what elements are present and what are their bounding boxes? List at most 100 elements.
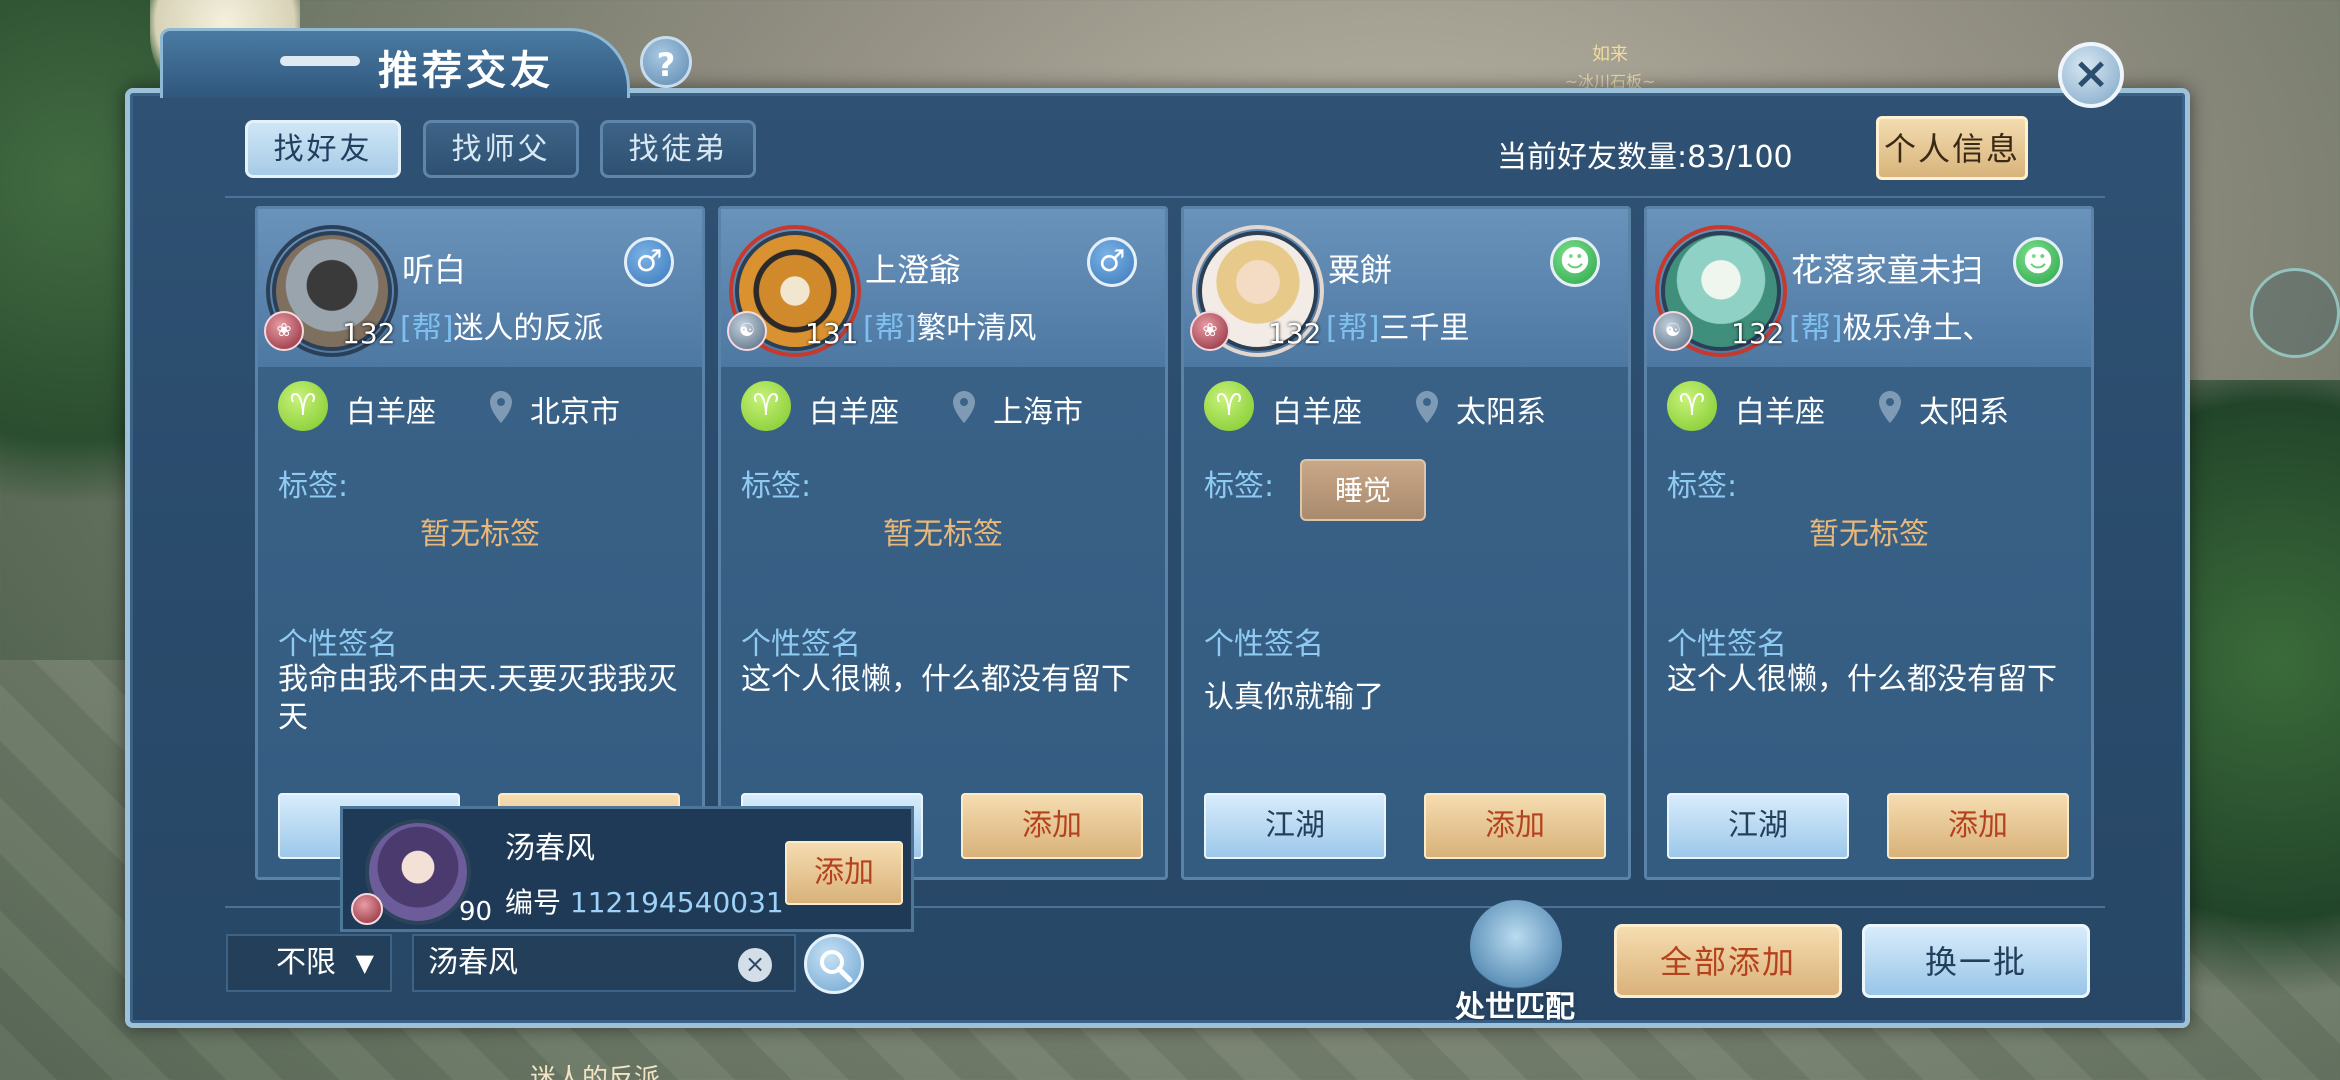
rank-badge-icon: ☯ [1653,311,1693,351]
location-pin-icon [953,391,975,423]
tab-find-friend[interactable]: 找好友 [245,120,401,178]
add-friend-button[interactable]: 添加 [961,793,1143,859]
guild-name: 三千里 [1379,311,1470,346]
add-friend-button[interactable]: 添加 [1424,793,1606,859]
guild-tag: [帮] [1326,311,1380,346]
friend-count: 当前好友数量:83/100 [1497,140,1793,175]
tags-empty: 暂无标签 [883,517,1003,552]
aries-icon: ♈ [1204,381,1254,431]
rank-badge-icon: ❀ [1190,311,1230,351]
location-pin-icon [1416,391,1438,423]
player-name: 粟餅 [1328,251,1393,289]
friend-card: ☯ 131 上澄爺 [帮]繁叶清风 ♂ ♈ 白羊座 上海市 标签: 暂无标签 个… [718,206,1168,880]
location: 北京市 [530,395,620,430]
player-name: 汤春风 [505,831,595,866]
chevron-down-icon: ▼ [355,949,374,977]
aries-icon: ♈ [741,381,791,431]
add-friend-button[interactable]: 添加 [785,841,903,905]
match-button[interactable]: 处世匹配 [1440,890,1590,1025]
player-name: 上澄爺 [865,251,962,289]
location: 太阳系 [1456,395,1546,430]
tags-label: 标签: [1204,469,1275,504]
add-all-button[interactable]: 全部添加 [1614,924,1842,998]
npc-name: 如来 [1592,44,1628,65]
player-level: 131 [805,317,859,350]
guild-tag: [帮] [863,311,917,346]
jianghu-button[interactable]: 江湖 [1204,793,1386,859]
player-guild: [帮]三千里 [1326,303,1469,347]
close-button[interactable]: × [2058,42,2124,108]
player-level: 132 [342,317,396,350]
player-level: 132 [1731,317,1785,350]
guild-name: 繁叶清风 [916,311,1037,346]
location-pin-icon [1879,391,1901,423]
filter-dropdown[interactable]: 不限 ▼ [226,934,392,992]
rank-badge-icon: ☯ [727,311,767,351]
guild-tag: [帮] [1789,311,1843,346]
male-icon: ♂ [1087,237,1137,287]
tags-label: 标签: [1667,469,1738,504]
panel-title: 推荐交友 [378,48,554,94]
guild-name: 极乐净土、 [1842,311,1993,346]
gourd-icon [1470,900,1562,992]
zodiac-sign: 白羊座 [809,395,899,430]
match-label: 处世匹配 [1455,990,1575,1025]
signature: 这个人很懒，什么都没有留下 [1667,662,2057,697]
aries-icon: ♈ [1667,381,1717,431]
player-guild: [帮]极乐净土、 [1789,303,1992,347]
scene-player-name: 迷人的反派 [530,1064,661,1080]
help-button[interactable]: ? [640,36,692,88]
tab-find-apprentice[interactable]: 找徒弟 [600,120,756,178]
divider [225,196,2105,198]
tab-find-master[interactable]: 找师父 [423,120,579,178]
male-icon: ♂ [624,237,674,287]
add-friend-button[interactable]: 添加 [1887,793,2069,859]
jianghu-button[interactable]: 江湖 [1667,793,1849,859]
signature-label: 个性签名 [278,627,398,662]
joystick-control[interactable] [2250,268,2340,358]
gender-secret-icon: ☻ [1550,237,1600,287]
signature-label: 个性签名 [741,627,861,662]
friend-card: ❀ 132 粟餅 [帮]三千里 ☻ ♈ 白羊座 太阳系 标签: 睡觉 个性签名 … [1181,206,1631,880]
profile-button[interactable]: 个人信息 [1876,116,2028,180]
tags-label: 标签: [278,469,349,504]
location: 太阳系 [1919,395,2009,430]
signature-label: 个性签名 [1204,627,1324,662]
filter-value: 不限 [276,945,336,980]
zodiac-sign: 白羊座 [1735,395,1825,430]
refresh-batch-button[interactable]: 换一批 [1862,924,2090,998]
player-name: 听白 [402,251,467,289]
rank-badge-icon [351,893,383,925]
rank-badge-icon: ❀ [264,311,304,351]
gender-secret-icon: ☻ [2013,237,2063,287]
signature: 认真你就输了 [1204,680,1384,715]
player-id-label: 编号 [505,886,562,919]
zodiac-sign: 白羊座 [1272,395,1362,430]
player-id-value: 112194540031 [569,886,784,919]
search-button[interactable] [804,934,864,994]
friend-card: ❀ 132 听白 [帮]迷人的反派 ♂ ♈ 白羊座 北京市 标签: 暂无标签 个… [255,206,705,880]
signature: 这个人很懒，什么都没有留下 [741,662,1131,697]
guild-name: 迷人的反派 [453,311,604,346]
signature-label: 个性签名 [1667,627,1787,662]
search-result-popup: 90 汤春风 编号 112194540031 添加 [340,806,914,932]
tag-chip: 睡觉 [1300,459,1426,521]
player-id: 编号 112194540031 [505,881,784,921]
aries-icon: ♈ [278,381,328,431]
search-icon [820,950,853,983]
friend-card: ☯ 132 花落家童未扫 [帮]极乐净土、 ☻ ♈ 白羊座 太阳系 标签: 暂无… [1644,206,2094,880]
guild-tag: [帮] [400,311,454,346]
background-tree-right [2180,380,2340,1080]
tags-empty: 暂无标签 [1809,517,1929,552]
signature: 我命由我不由天.天要灭我我灭天 [278,662,678,735]
title-decoration [280,56,360,66]
player-guild: [帮]迷人的反派 [400,303,603,347]
player-level: 132 [1268,317,1322,350]
player-guild: [帮]繁叶清风 [863,303,1036,347]
tags-empty: 暂无标签 [420,517,540,552]
search-input-value: 汤春风 [428,945,518,980]
location: 上海市 [993,395,1083,430]
zodiac-sign: 白羊座 [346,395,436,430]
clear-search-button[interactable]: × [738,948,772,982]
location-pin-icon [490,391,512,423]
